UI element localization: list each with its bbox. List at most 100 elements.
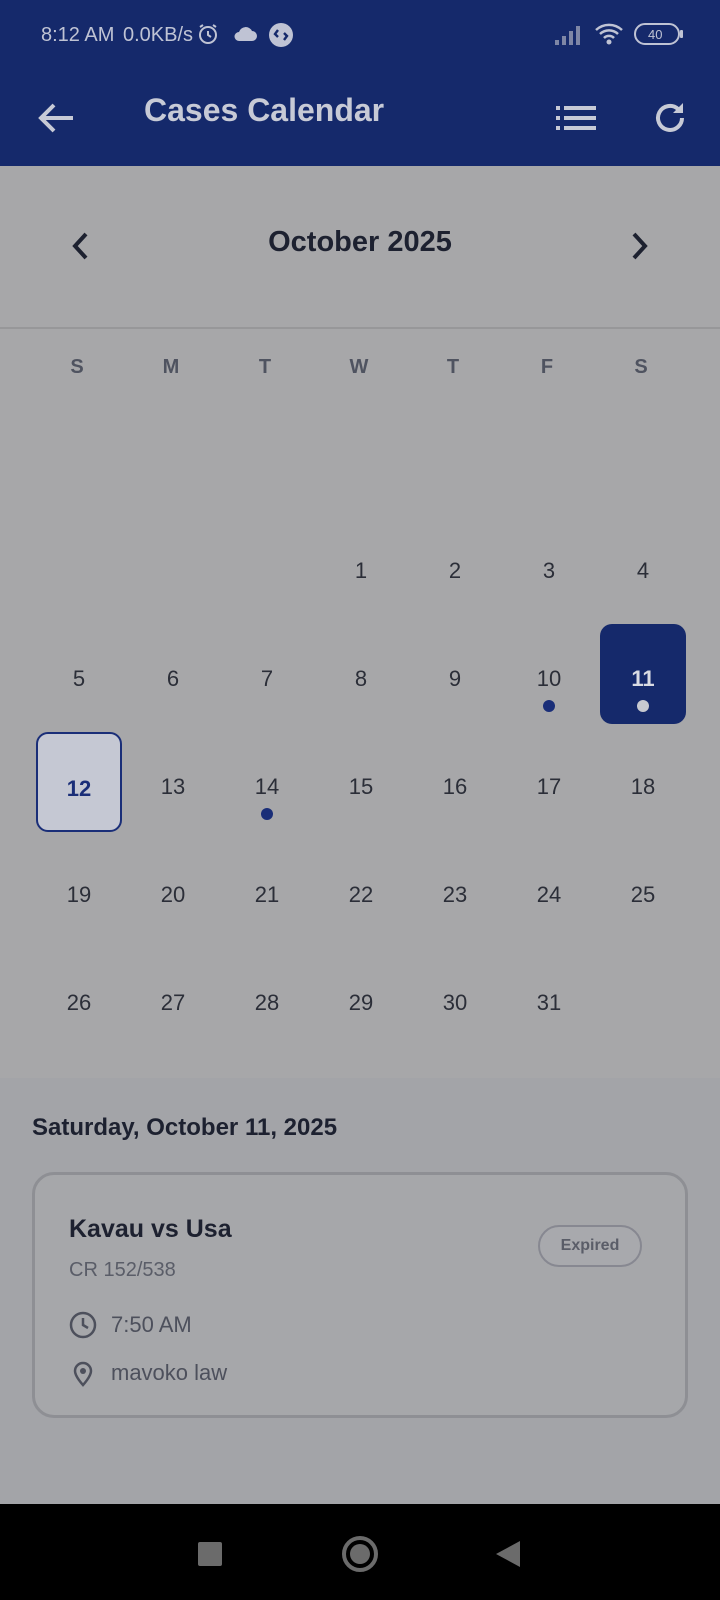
status-bar: 8:12 AM 0.0KB/s 40 — [0, 0, 720, 70]
calendar-day[interactable]: 15 — [318, 732, 404, 832]
back-nav-button[interactable] — [484, 1530, 532, 1578]
calendar-day[interactable]: 7 — [224, 624, 310, 724]
top-bar: 8:12 AM 0.0KB/s 40 Cases Calendar — [0, 0, 720, 166]
calendar-day[interactable]: 29 — [318, 948, 404, 1048]
calendar-day[interactable]: 1 — [318, 516, 404, 616]
weekday-label: S — [634, 356, 648, 378]
calendar-day[interactable]: 27 — [130, 948, 216, 1048]
calendar: October 2025 SMTWTFS 1 2 3 4 5 6 7 8 9 10 11 12 13 14… — [0, 166, 720, 1078]
calendar-day-number: 16 — [442, 774, 468, 799]
calendar-day[interactable]: 17 — [506, 732, 592, 832]
home-button[interactable] — [336, 1530, 384, 1578]
calendar-day[interactable]: 24 — [506, 840, 592, 940]
calendar-day[interactable]: 28 — [224, 948, 310, 1048]
calendar-day-number: 29 — [348, 990, 374, 1015]
shazam-icon — [269, 23, 293, 47]
day-details: Saturday, October 11, 2025 Kavau vs Usa … — [0, 1078, 720, 1504]
case-time-row: 7:50 AM — [69, 1309, 192, 1341]
calendar-day-number: 28 — [254, 990, 280, 1015]
calendar-day-number: 24 — [536, 882, 562, 907]
weekday-label: F — [540, 356, 554, 378]
calendar-day-number: 17 — [536, 774, 562, 799]
calendar-day-number: 6 — [166, 666, 180, 691]
calendar-day-number: 31 — [536, 990, 562, 1015]
case-indicator-dot — [543, 700, 555, 712]
calendar-day-number: 8 — [354, 666, 368, 691]
calendar-day-number: 9 — [448, 666, 462, 691]
calendar-day[interactable]: 25 — [600, 840, 686, 940]
chevron-right-icon — [632, 232, 648, 260]
next-month-button[interactable] — [612, 218, 668, 274]
calendar-day-number: 19 — [66, 882, 92, 907]
calendar-day-number: 26 — [66, 990, 92, 1015]
calendar-day[interactable]: 6 — [130, 624, 216, 724]
calendar-day[interactable]: 16 — [412, 732, 498, 832]
calendar-day[interactable]: 21 — [224, 840, 310, 940]
case-number: CR 152/538 — [69, 1259, 176, 1281]
battery-level: 40 — [648, 27, 663, 42]
calendar-day[interactable]: 23 — [412, 840, 498, 940]
calendar-day[interactable]: 30 — [412, 948, 498, 1048]
calendar-day-number: 11 — [631, 666, 655, 691]
system-nav-bar — [0, 1504, 720, 1600]
calendar-day[interactable]: 4 — [600, 516, 686, 616]
calendar-day[interactable]: 10 — [506, 624, 592, 724]
calendar-day[interactable]: 8 — [318, 624, 404, 724]
recents-button[interactable] — [186, 1530, 234, 1578]
status-network-speed: 0.0KB/s — [123, 24, 194, 46]
signal-icon — [555, 26, 580, 45]
app-bar: Cases Calendar — [0, 70, 720, 166]
weekday-label: T — [258, 356, 272, 378]
case-card[interactable]: Kavau vs Usa CR 152/538 Expired 7:50 AM … — [32, 1172, 688, 1418]
calendar-day-number: 2 — [448, 558, 462, 583]
list-icon — [556, 106, 596, 130]
calendar-day-number: 14 — [254, 774, 280, 799]
calendar-day[interactable]: 26 — [36, 948, 122, 1048]
calendar-day-number: 15 — [348, 774, 374, 799]
calendar-day-number: 25 — [630, 882, 656, 907]
back-button[interactable] — [26, 88, 86, 148]
calendar-day[interactable]: 5 — [36, 624, 122, 724]
calendar-day-number: 18 — [630, 774, 656, 799]
refresh-button[interactable] — [640, 88, 700, 148]
calendar-day-number: 20 — [160, 882, 186, 907]
calendar-day[interactable]: 9 — [412, 624, 498, 724]
calendar-day[interactable]: 11 — [600, 624, 686, 724]
calendar-day-number: 22 — [348, 882, 374, 907]
back-arrow-icon — [38, 103, 73, 133]
calendar-day-number: 21 — [254, 882, 280, 907]
calendar-day-number: 23 — [442, 882, 468, 907]
calendar-day-number: 30 — [442, 990, 468, 1015]
square-icon — [198, 1542, 222, 1566]
calendar-day[interactable]: 19 — [36, 840, 122, 940]
divider — [0, 327, 720, 329]
calendar-day[interactable]: 13 — [130, 732, 216, 832]
calendar-day[interactable]: 3 — [506, 516, 592, 616]
list-view-button[interactable] — [546, 88, 606, 148]
calendar-day[interactable]: 20 — [130, 840, 216, 940]
weekday-label: M — [162, 356, 180, 378]
calendar-day[interactable]: 22 — [318, 840, 404, 940]
calendar-day[interactable]: 12 — [36, 732, 122, 832]
triangle-back-icon — [496, 1541, 520, 1567]
calendar-day[interactable]: 31 — [506, 948, 592, 1048]
status-badge: Expired — [538, 1225, 642, 1267]
calendar-day[interactable]: 14 — [224, 732, 310, 832]
case-indicator-dot — [637, 700, 649, 712]
calendar-day[interactable]: 2 — [412, 516, 498, 616]
calendar-day-number: 7 — [260, 666, 274, 691]
home-circle-icon — [342, 1536, 378, 1572]
calendar-day-number: 13 — [160, 774, 186, 799]
wifi-icon — [595, 23, 623, 45]
weekday-label: W — [349, 356, 369, 378]
calendar-day-number: 10 — [536, 666, 562, 691]
weekday-label: S — [70, 356, 84, 378]
calendar-day[interactable]: 18 — [600, 732, 686, 832]
cloud-icon — [234, 27, 257, 41]
case-title: Kavau vs Usa — [69, 1215, 232, 1243]
calendar-day-number: 12 — [66, 776, 92, 801]
case-time: 7:50 AM — [111, 1312, 192, 1337]
calendar-day-number: 4 — [636, 558, 650, 583]
page-title: Cases Calendar — [144, 92, 385, 128]
case-location: mavoko law — [111, 1360, 228, 1385]
